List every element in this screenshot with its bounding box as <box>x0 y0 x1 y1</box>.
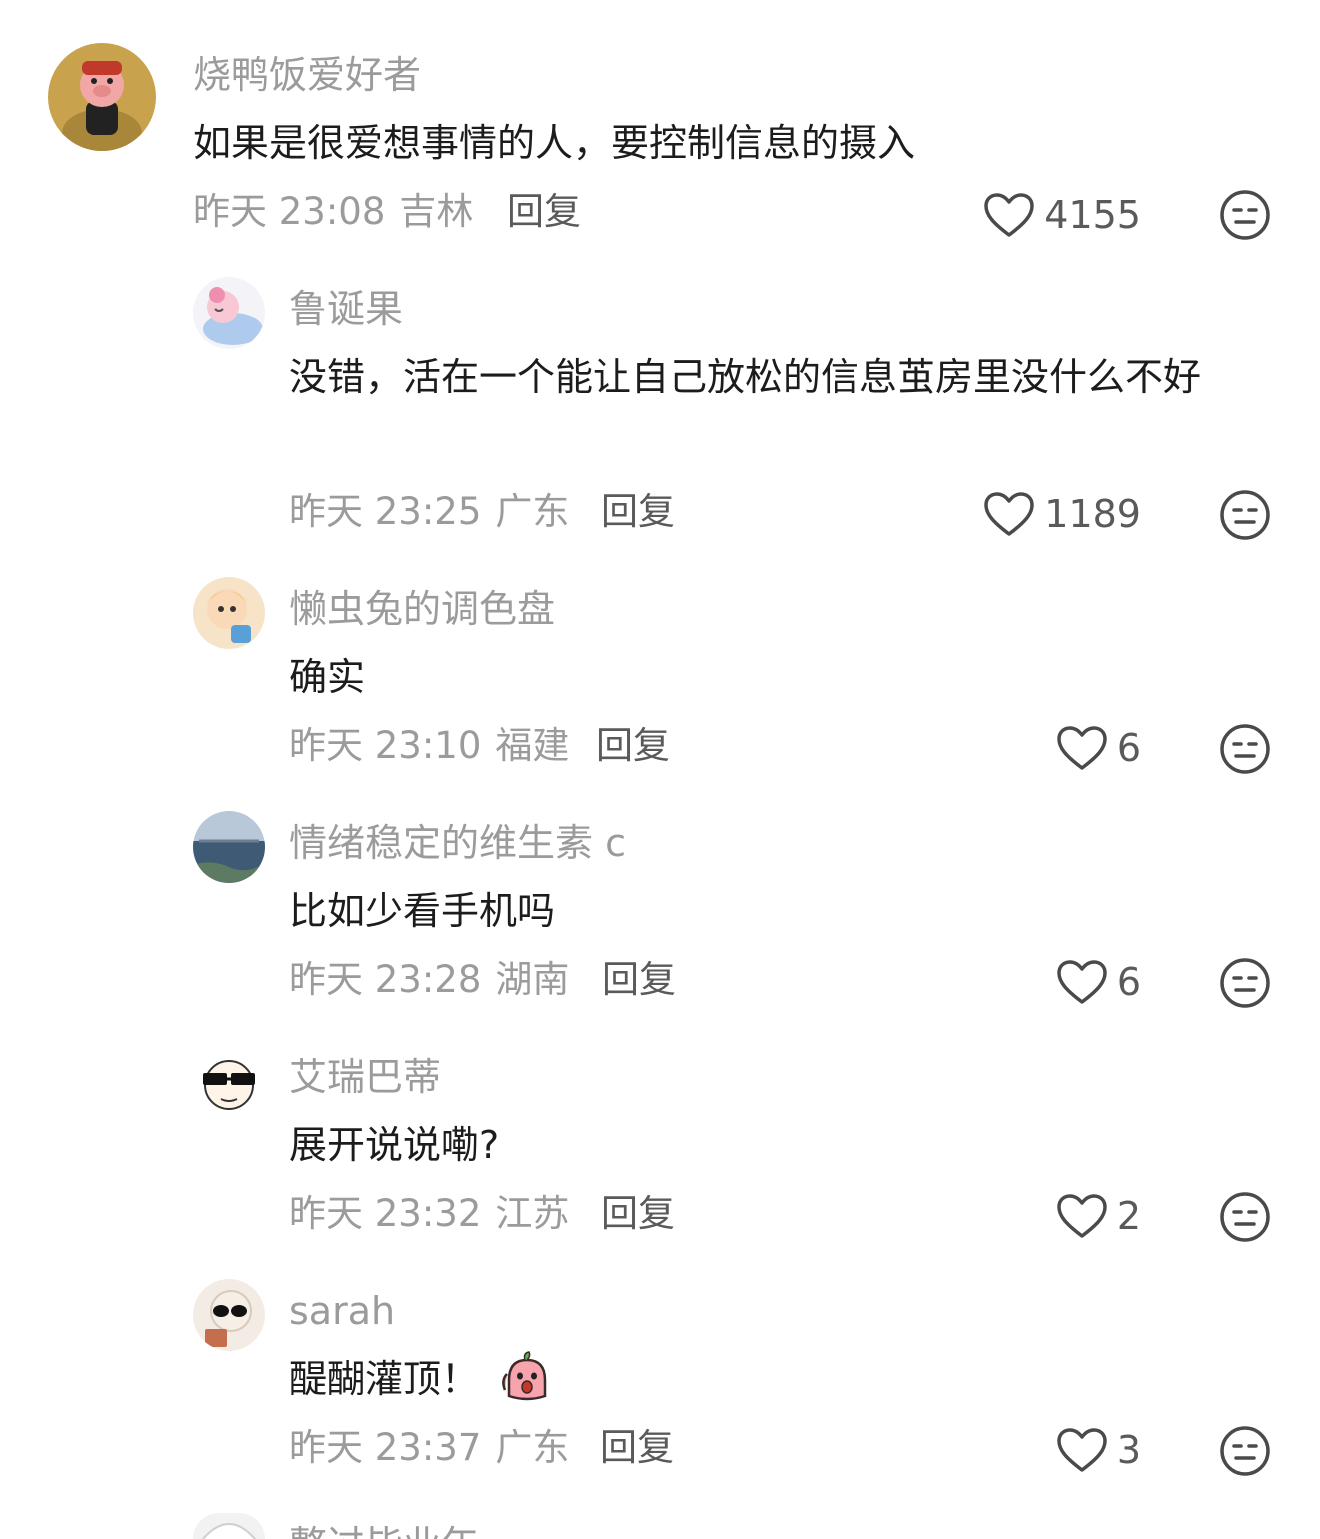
user-avatar[interactable] <box>193 1513 265 1539</box>
reply-comment-item-partial: 整过毕业年 <box>0 0 1320 1539</box>
username[interactable]: 整过毕业年 <box>289 1522 479 1539</box>
